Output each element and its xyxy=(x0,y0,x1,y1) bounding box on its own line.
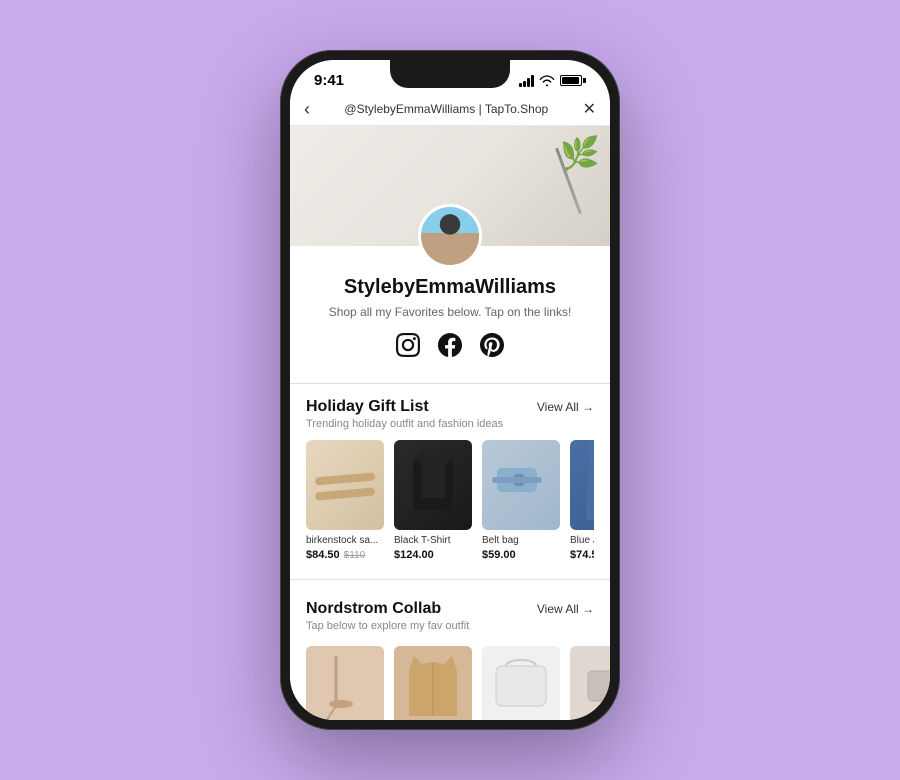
product-card-shirt[interactable]: Black T-Shirt $124.00 xyxy=(394,440,472,561)
status-time: 9:41 xyxy=(314,72,344,89)
status-icons xyxy=(519,75,586,87)
hero-banner: 🌿 xyxy=(290,126,610,246)
product-price-beltbag: $59.00 xyxy=(482,549,516,561)
holiday-view-all-button[interactable]: View All → xyxy=(537,400,594,414)
social-icons-row xyxy=(310,331,590,359)
leaves-decoration: 🌿 xyxy=(560,134,600,172)
product-price-jeans: $74.50 xyxy=(570,549,594,561)
product-price-row-jeans: $74.50 xyxy=(570,549,594,561)
nordstrom-products-row xyxy=(290,642,610,720)
phone-screen: 9:41 ‹ @StylebyEmmaWilliams | TapTo.Sh xyxy=(290,60,610,720)
product-image-shirt xyxy=(394,440,472,530)
phone-notch xyxy=(390,60,510,88)
instagram-icon[interactable] xyxy=(394,331,422,359)
nordstrom-product-4[interactable] xyxy=(570,646,610,720)
product-name-beltbag: Belt bag xyxy=(482,535,560,547)
wifi-icon xyxy=(539,75,555,87)
product-price-shirt: $124.00 xyxy=(394,549,434,561)
phone-frame: 9:41 ‹ @StylebyEmmaWilliams | TapTo.Sh xyxy=(280,50,620,730)
profile-name: StylebyEmmaWilliams xyxy=(310,276,590,299)
nordstrom-section-subtitle: Tap below to explore my fav outfit xyxy=(306,620,594,632)
nordstrom-section-header: Nordstrom Collab View All → xyxy=(306,600,594,618)
pinterest-icon[interactable] xyxy=(478,331,506,359)
scroll-content: 🌿 StylebyEmmaWilliams Shop all my Favori… xyxy=(290,126,610,720)
product-name-jeans: Blue Jeans xyxy=(570,535,594,547)
section-divider-2 xyxy=(290,579,610,580)
product-price-row-sandals: $84.50 $110 xyxy=(306,549,384,561)
browser-url: @StylebyEmmaWilliams | TapTo.Shop xyxy=(320,102,573,116)
product-price-row-shirt: $124.00 xyxy=(394,549,472,561)
holiday-products-scroll: birkenstock sa... $84.50 $110 xyxy=(306,440,594,565)
product-name-shirt: Black T-Shirt xyxy=(394,535,472,547)
signal-icon xyxy=(519,75,534,87)
close-button[interactable]: ✕ xyxy=(583,99,596,119)
product-image-beltbag xyxy=(482,440,560,530)
product-image-sandals xyxy=(306,440,384,530)
product-card-sandals[interactable]: birkenstock sa... $84.50 $110 xyxy=(306,440,384,561)
battery-icon xyxy=(560,75,586,86)
nordstrom-product-2[interactable] xyxy=(394,646,472,720)
nordstrom-section-title: Nordstrom Collab xyxy=(306,600,441,618)
holiday-section-title: Holiday Gift List xyxy=(306,398,429,416)
holiday-section-subtitle: Trending holiday outfit and fashion idea… xyxy=(306,418,594,430)
product-card-beltbag[interactable]: Belt bag $59.00 xyxy=(482,440,560,561)
holiday-section-header: Holiday Gift List View All → xyxy=(306,398,594,416)
nordstrom-product-3[interactable] xyxy=(482,646,560,720)
nordstrom-product-1[interactable] xyxy=(306,646,384,720)
nordstrom-collab-section: Nordstrom Collab View All → Tap below to… xyxy=(290,586,610,632)
product-card-jeans[interactable]: Blue Jeans $74.50 xyxy=(570,440,594,561)
nordstrom-view-all-button[interactable]: View All → xyxy=(537,602,594,616)
product-price-row-beltbag: $59.00 xyxy=(482,549,560,561)
holiday-gift-list-section: Holiday Gift List View All → Trending ho… xyxy=(290,384,610,565)
product-original-price-sandals: $110 xyxy=(344,550,366,561)
product-price-sandals: $84.50 xyxy=(306,549,340,561)
facebook-icon[interactable] xyxy=(436,331,464,359)
product-name-sandals: birkenstock sa... xyxy=(306,535,384,547)
browser-bar: ‹ @StylebyEmmaWilliams | TapTo.Shop ✕ xyxy=(290,93,610,126)
product-image-jeans xyxy=(570,440,594,530)
back-button[interactable]: ‹ xyxy=(304,100,310,118)
profile-bio: Shop all my Favorites below. Tap on the … xyxy=(310,305,590,319)
avatar xyxy=(418,204,482,268)
avatar-image xyxy=(421,207,479,265)
